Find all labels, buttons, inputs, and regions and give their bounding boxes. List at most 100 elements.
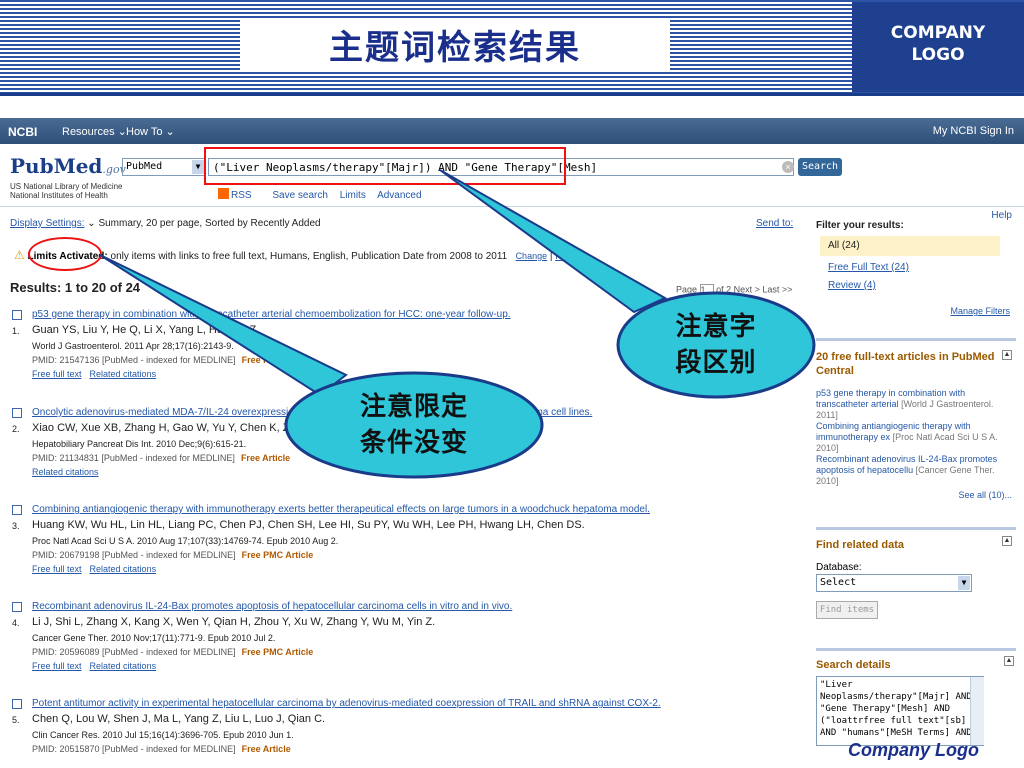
result-checkbox[interactable] xyxy=(12,310,22,320)
result-checkbox[interactable] xyxy=(12,408,22,418)
result-title[interactable]: Recombinant adenovirus IL-24-Bax promote… xyxy=(32,600,512,614)
section-divider xyxy=(816,527,1016,530)
result-authors: Li J, Shi L, Zhang X, Kang X, Wen Y, Qia… xyxy=(32,616,436,628)
result-links: Free full text Related citations xyxy=(32,562,164,576)
search-button[interactable]: Search xyxy=(798,158,842,176)
database-label: Database: xyxy=(816,562,862,573)
free-full-text-link[interactable]: Free full text xyxy=(32,564,82,574)
rss-label: RSS xyxy=(231,190,252,201)
result-links: Free full text Related citations xyxy=(32,367,164,381)
result-title[interactable]: Combining antiangiogenic therapy with im… xyxy=(32,503,650,517)
company-logo-line2: LOGO xyxy=(911,45,965,65)
result-pmid: PMID: 20679198 [PubMed - indexed for MED… xyxy=(32,548,313,562)
save-search-link[interactable]: Save search xyxy=(272,190,328,201)
see-all-link[interactable]: See all (10)... xyxy=(958,490,1012,500)
database-select[interactable]: PubMed ▼ xyxy=(122,158,206,176)
collapse-icon[interactable]: ▲ xyxy=(1002,536,1012,546)
ncbi-logo[interactable]: NCBI xyxy=(8,125,37,139)
result-checkbox[interactable] xyxy=(12,602,22,612)
related-database-value: Select xyxy=(820,577,857,588)
results-count: Results: 1 to 20 of 24 xyxy=(10,280,141,295)
filter-free-full-text[interactable]: Free Full Text (24) xyxy=(828,262,909,273)
limits-remove-link[interactable]: Remove xyxy=(555,251,589,261)
result-pmid-text: PMID: 20515870 [PubMed - indexed for MED… xyxy=(32,744,236,754)
chevron-down-icon[interactable]: ⌄ xyxy=(87,218,95,229)
howto-menu[interactable]: How To ⌄ xyxy=(126,125,175,138)
pager-of: of 2 xyxy=(716,284,732,295)
result-free-badge: Free Article xyxy=(240,453,291,463)
result-number: 4. xyxy=(12,618,20,628)
page-input[interactable]: 1 xyxy=(699,284,714,296)
limits-change-link[interactable]: Change xyxy=(516,251,548,261)
filter-review[interactable]: Review (4) xyxy=(828,280,876,291)
pmc-heading: 20 free full-text articles in PubMed Cen… xyxy=(816,351,995,377)
result-checkbox[interactable] xyxy=(12,699,22,709)
company-logo: COMPANY LOGO xyxy=(852,2,1024,92)
details-scrollbar[interactable] xyxy=(970,677,984,745)
result-journal: Clin Cancer Res. 2010 Jul 15;16(14):3696… xyxy=(32,730,294,740)
result-item: 3. Combining antiangiogenic therapy with… xyxy=(10,503,790,583)
send-to-link[interactable]: Send to: xyxy=(756,218,793,229)
pager-next[interactable]: Next > xyxy=(734,284,760,294)
pubmed-logo[interactable]: PubMed.gov xyxy=(10,154,126,178)
pager-last[interactable]: Last >> xyxy=(762,284,792,294)
collapse-icon[interactable]: ▲ xyxy=(1002,350,1012,360)
section-divider xyxy=(816,648,1016,651)
callout-limits-line1: 注意限定 xyxy=(359,392,468,422)
result-item: 4. Recombinant adenovirus IL-24-Bax prom… xyxy=(10,600,790,680)
callout-limits-line2: 条件没变 xyxy=(359,428,468,458)
company-logo-line1: COMPANY xyxy=(890,23,986,43)
ncbi-toolbar: NCBI Resources ⌄ How To ⌄ My NCBI Sign I… xyxy=(0,118,1024,144)
display-settings: Display Settings: ⌄ Summary, 20 per page… xyxy=(10,218,321,229)
callout-field-line2: 段区别 xyxy=(675,348,757,378)
limits-link[interactable]: Limits xyxy=(340,190,366,201)
collapse-icon[interactable]: ▲ xyxy=(1004,656,1014,666)
result-authors: Huang KW, Wu HL, Lin HL, Liang PC, Chen … xyxy=(32,519,585,531)
section-divider xyxy=(816,338,1016,341)
chevron-down-icon: ▼ xyxy=(958,576,970,590)
clear-icon[interactable]: × xyxy=(782,161,794,173)
result-checkbox[interactable] xyxy=(12,505,22,515)
result-number: 2. xyxy=(12,424,20,434)
related-citations-link[interactable]: Related citations xyxy=(90,564,157,574)
page-input-value: 1 xyxy=(700,285,706,295)
rss-icon xyxy=(218,188,229,199)
search-details-textarea[interactable]: "Liver Neoplasms/therapy"[Majr] AND "Gen… xyxy=(816,676,984,746)
related-citations-link[interactable]: Related citations xyxy=(32,467,99,477)
pager-label: Page xyxy=(676,284,698,295)
related-database-select[interactable]: Select ▼ xyxy=(816,574,972,592)
advanced-link[interactable]: Advanced xyxy=(377,190,421,201)
search-links: RSS Save search Limits Advanced xyxy=(218,188,431,201)
pmc-item[interactable]: Recombinant adenovirus IL-24-Bax promote… xyxy=(816,454,1014,487)
rss-link[interactable]: RSS xyxy=(218,188,261,201)
result-journal: Proc Natl Acad Sci U S A. 2010 Aug 17;10… xyxy=(32,536,339,546)
result-pmid: PMID: 21134831 [PubMed - indexed for MED… xyxy=(32,451,290,465)
callout-field-text: 注意字 段区别 xyxy=(626,309,806,381)
result-authors: Guan YS, Liu Y, He Q, Li X, Yang L, Hu Y… xyxy=(32,324,260,336)
limits-text: only items with links to free full text,… xyxy=(110,251,508,262)
result-pmid-text: PMID: 20596089 [PubMed - indexed for MED… xyxy=(32,647,236,657)
result-free-badge: Free PMC Article xyxy=(241,647,314,657)
related-citations-link[interactable]: Related citations xyxy=(90,369,157,379)
header-divider xyxy=(0,206,1024,207)
related-citations-link[interactable]: Related citations xyxy=(90,661,157,671)
filter-title: Filter your results: xyxy=(816,220,904,231)
resources-menu[interactable]: Resources ⌄ xyxy=(62,125,127,138)
free-full-text-link[interactable]: Free full text xyxy=(32,661,82,671)
find-items-button[interactable]: Find items xyxy=(816,601,878,619)
result-number: 1. xyxy=(12,326,20,336)
result-pmid: PMID: 20515870 [PubMed - indexed for MED… xyxy=(32,742,291,756)
result-free-badge: Free PMC Article xyxy=(241,355,314,365)
display-settings-link[interactable]: Display Settings: xyxy=(10,218,84,229)
result-authors: Chen Q, Lou W, Shen J, Ma L, Yang Z, Liu… xyxy=(32,713,326,725)
result-number: 5. xyxy=(12,715,20,725)
my-ncbi-signin[interactable]: My NCBI Sign In xyxy=(933,125,1014,137)
manage-filters-link[interactable]: Manage Filters xyxy=(950,306,1010,316)
filter-all[interactable]: All (24) xyxy=(820,236,1000,256)
result-title[interactable]: Potent antitumor activity in experimenta… xyxy=(32,697,661,711)
result-title[interactable]: p53 gene therapy in combination with tra… xyxy=(32,308,511,322)
result-journal: Cancer Gene Ther. 2010 Nov;17(11):771-9.… xyxy=(32,633,276,643)
pmc-item[interactable]: Combining antiangiogenic therapy with im… xyxy=(816,421,1014,454)
pmc-item[interactable]: p53 gene therapy in combination with tra… xyxy=(816,388,1014,421)
free-full-text-link[interactable]: Free full text xyxy=(32,369,82,379)
